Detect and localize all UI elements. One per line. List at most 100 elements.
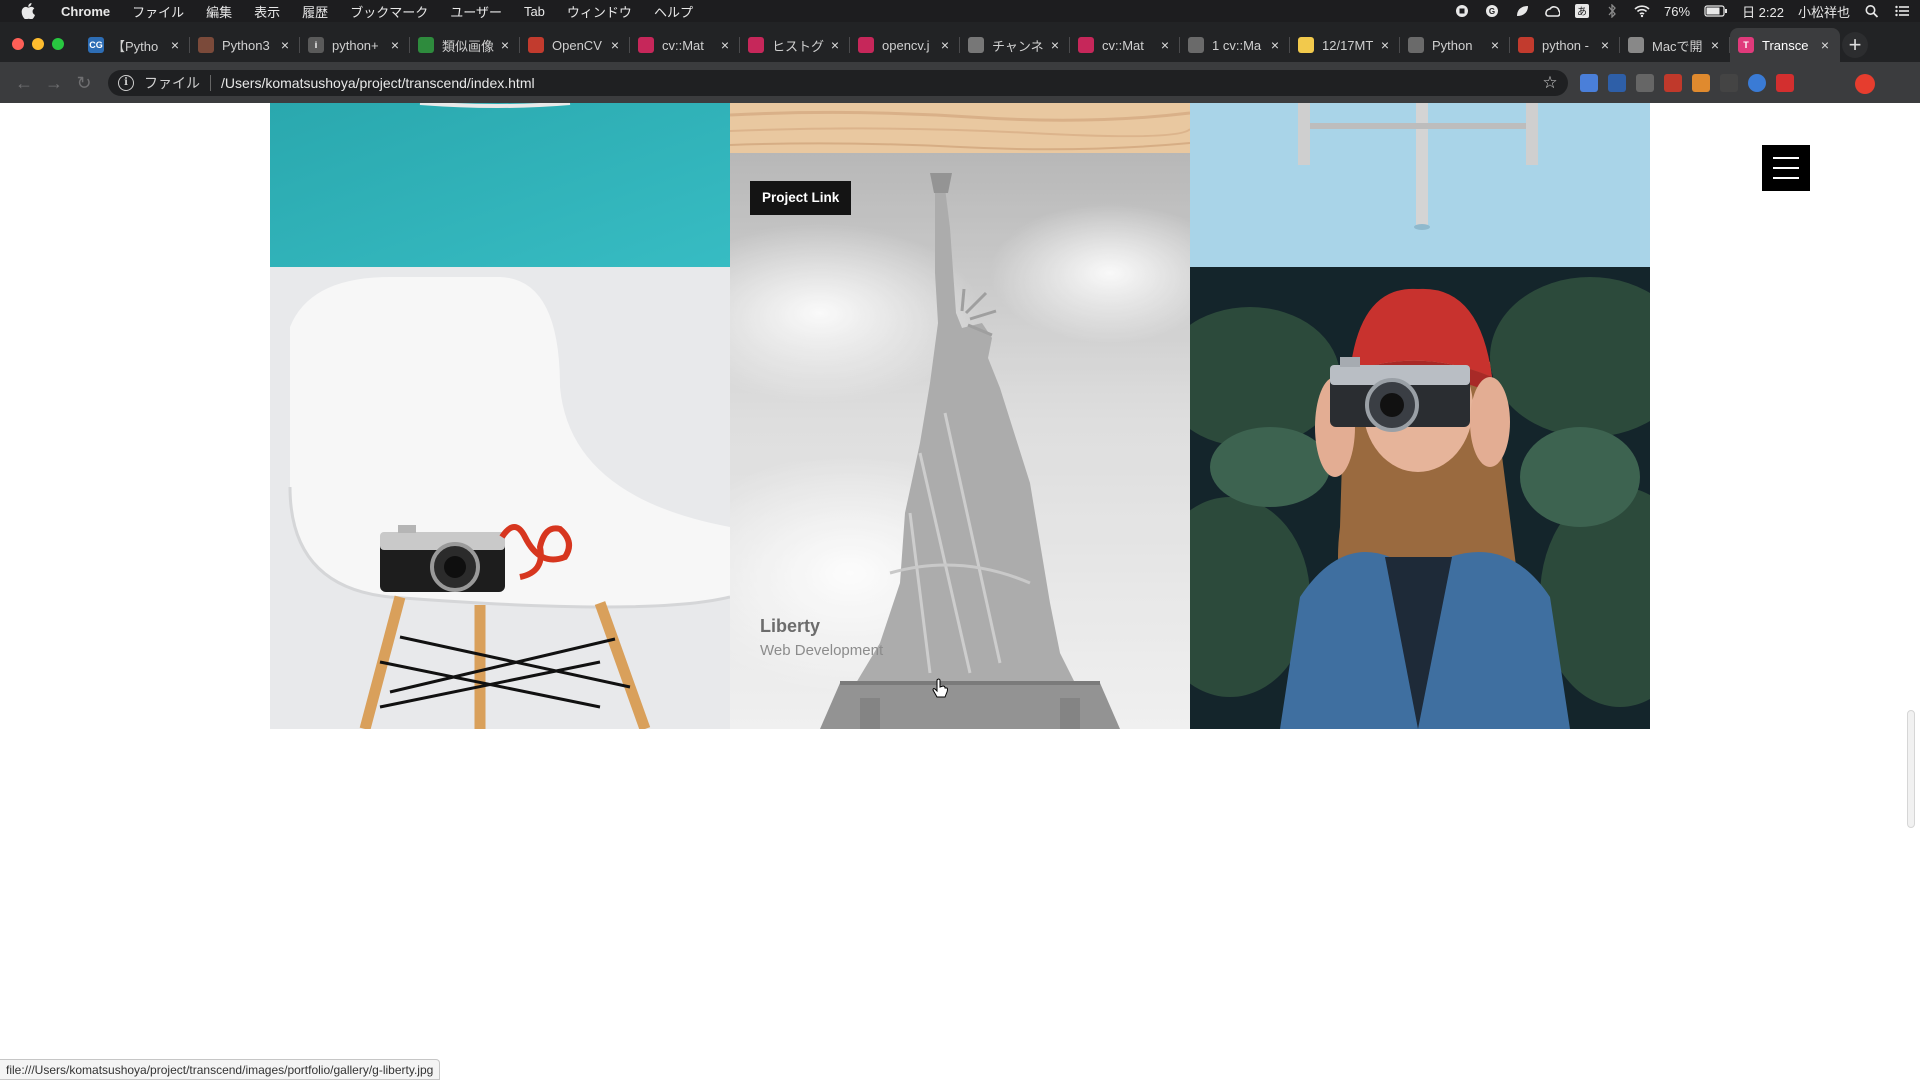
tab-favicon-icon xyxy=(858,37,874,53)
tab-close-icon[interactable]: × xyxy=(608,38,622,52)
browser-tab[interactable]: CG 【Pytho × xyxy=(80,28,190,62)
tab-close-icon[interactable]: × xyxy=(498,38,512,52)
record-icon[interactable] xyxy=(1454,4,1470,18)
input-method-icon[interactable]: あ xyxy=(1574,4,1590,18)
dictionary-extension-icon[interactable] xyxy=(1608,74,1626,92)
tab-title: python+ xyxy=(332,37,379,53)
browser-tab[interactable]: 1 cv::Ma × xyxy=(1180,28,1290,62)
gallery-item-chair-camera[interactable] xyxy=(270,267,730,729)
tab-close-icon[interactable]: × xyxy=(718,38,732,52)
tab-favicon-icon: CG xyxy=(88,37,104,53)
screenshot-extension-icon[interactable] xyxy=(1636,74,1654,92)
tab-title: 【Pytho xyxy=(112,38,159,54)
browser-tab[interactable]: OpenCV × xyxy=(520,28,630,62)
site-info-icon[interactable]: i xyxy=(118,75,134,91)
battery-icon[interactable] xyxy=(1704,4,1728,18)
macos-menubar: Chrome ファイル 編集 表示 履歴 ブックマーク ユーザー Tab ウィン… xyxy=(0,0,1920,22)
menu-history[interactable]: 履歴 xyxy=(291,2,339,21)
tab-close-icon[interactable]: × xyxy=(1598,38,1612,52)
tab-close-icon[interactable]: × xyxy=(1048,38,1062,52)
project-link-button[interactable]: Project Link xyxy=(750,181,852,215)
browser-tab[interactable]: Python × xyxy=(1400,28,1510,62)
grammarly-icon[interactable]: G xyxy=(1484,4,1500,18)
tab-close-icon[interactable]: × xyxy=(278,38,292,52)
browser-tab[interactable]: Python3 × xyxy=(190,28,300,62)
tab-title: 12/17MT xyxy=(1322,37,1374,53)
tab-close-icon[interactable]: × xyxy=(168,38,182,52)
menu-people[interactable]: ユーザー xyxy=(439,2,513,21)
tab-close-icon[interactable]: × xyxy=(1488,38,1502,52)
tab-close-icon[interactable]: × xyxy=(1268,38,1282,52)
browser-tab[interactable]: T Transce × xyxy=(1730,28,1840,62)
menu-edit[interactable]: 編集 xyxy=(195,2,243,21)
status-bar-url: file:///Users/komatsushoya/project/trans… xyxy=(0,1059,441,1080)
menubar-clock[interactable]: 日 2:22 xyxy=(1742,2,1784,21)
tab-close-icon[interactable]: × xyxy=(938,38,952,52)
menu-app-chrome[interactable]: Chrome xyxy=(50,4,121,19)
gallery-item-photographer[interactable] xyxy=(1190,267,1650,729)
hand-pointer-cursor-icon xyxy=(932,678,948,698)
wifi-icon[interactable] xyxy=(1634,4,1650,18)
leaf-icon[interactable] xyxy=(1514,4,1530,18)
stool-image xyxy=(1190,103,1650,267)
browser-tab[interactable]: 12/17MT × xyxy=(1290,28,1400,62)
browser-tab[interactable]: Macで開 × xyxy=(1620,28,1730,62)
tab-close-icon[interactable]: × xyxy=(1818,38,1832,52)
tab-close-icon[interactable]: × xyxy=(828,38,842,52)
new-tab-button[interactable]: + xyxy=(1842,32,1868,58)
metamask-extension-icon[interactable] xyxy=(1692,74,1710,92)
notification-center-icon[interactable] xyxy=(1894,4,1910,18)
teal-wall-image xyxy=(270,103,730,267)
menu-file[interactable]: ファイル xyxy=(121,2,195,21)
tab-title: 類似画像 xyxy=(442,38,495,54)
back-arrow-icon[interactable]: ← xyxy=(14,73,34,93)
browser-tab[interactable]: 類似画像 × xyxy=(410,28,520,62)
bookmark-star-icon[interactable]: ☆ xyxy=(1540,73,1560,93)
bluetooth-icon[interactable] xyxy=(1604,4,1620,18)
apple-menu-icon[interactable] xyxy=(20,3,36,19)
menu-help[interactable]: ヘルプ xyxy=(643,2,704,21)
menubar-user[interactable]: 小松祥也 xyxy=(1798,2,1850,21)
vpn-extension-icon[interactable] xyxy=(1748,74,1766,92)
profile-avatar[interactable] xyxy=(1855,74,1875,94)
tab-close-icon[interactable]: × xyxy=(388,38,402,52)
gallery-item-stool[interactable] xyxy=(1190,103,1650,267)
tab-close-icon[interactable]: × xyxy=(1158,38,1172,52)
portfolio-item-title[interactable]: Liberty xyxy=(760,616,820,637)
browser-toolbar: ← → ↻ i ファイル /Users/komatsushoya/project… xyxy=(0,62,1920,103)
portfolio-gallery xyxy=(270,103,1650,729)
reload-icon[interactable]: ↻ xyxy=(74,73,94,93)
minimize-window-button[interactable] xyxy=(32,38,44,50)
spotlight-search-icon[interactable] xyxy=(1864,4,1880,18)
selenium-extension-icon[interactable] xyxy=(1720,74,1738,92)
tab-close-icon[interactable]: × xyxy=(1378,38,1392,52)
menu-bookmarks[interactable]: ブックマーク xyxy=(339,2,439,21)
tab-close-icon[interactable]: × xyxy=(1708,38,1722,52)
browser-tab[interactable]: ヒストグ × xyxy=(740,28,850,62)
tab-title: OpenCV xyxy=(552,37,602,53)
chair-camera-image xyxy=(270,267,730,729)
close-window-button[interactable] xyxy=(12,38,24,50)
creative-cloud-icon[interactable] xyxy=(1544,4,1561,18)
gallery-item-wood[interactable] xyxy=(730,103,1190,153)
browser-tab[interactable]: python - × xyxy=(1510,28,1620,62)
menu-view[interactable]: 表示 xyxy=(243,2,291,21)
hamburger-line xyxy=(1773,177,1799,179)
menu-window[interactable]: ウィンドウ xyxy=(556,2,643,21)
browser-tab[interactable]: cv::Mat × xyxy=(1070,28,1180,62)
hamburger-menu-button[interactable] xyxy=(1762,145,1810,191)
browser-tab[interactable]: i python+ × xyxy=(300,28,410,62)
menu-tab[interactable]: Tab xyxy=(513,4,556,19)
browser-tab[interactable]: cv::Mat × xyxy=(630,28,740,62)
browser-tab[interactable]: opencv.j × xyxy=(850,28,960,62)
translate-extension-icon[interactable] xyxy=(1580,74,1598,92)
youtube-extension-icon[interactable] xyxy=(1776,74,1794,92)
browser-tab[interactable]: チャンネ × xyxy=(960,28,1070,62)
forward-arrow-icon[interactable]: → xyxy=(44,73,64,93)
adblock-extension-icon[interactable] xyxy=(1664,74,1682,92)
address-url[interactable]: /Users/komatsushoya/project/transcend/in… xyxy=(221,75,1540,91)
fullscreen-window-button[interactable] xyxy=(52,38,64,50)
address-bar[interactable]: i ファイル /Users/komatsushoya/project/trans… xyxy=(108,70,1568,96)
gallery-item-teal[interactable] xyxy=(270,103,730,267)
page-scrollbar-thumb[interactable] xyxy=(1907,710,1915,828)
